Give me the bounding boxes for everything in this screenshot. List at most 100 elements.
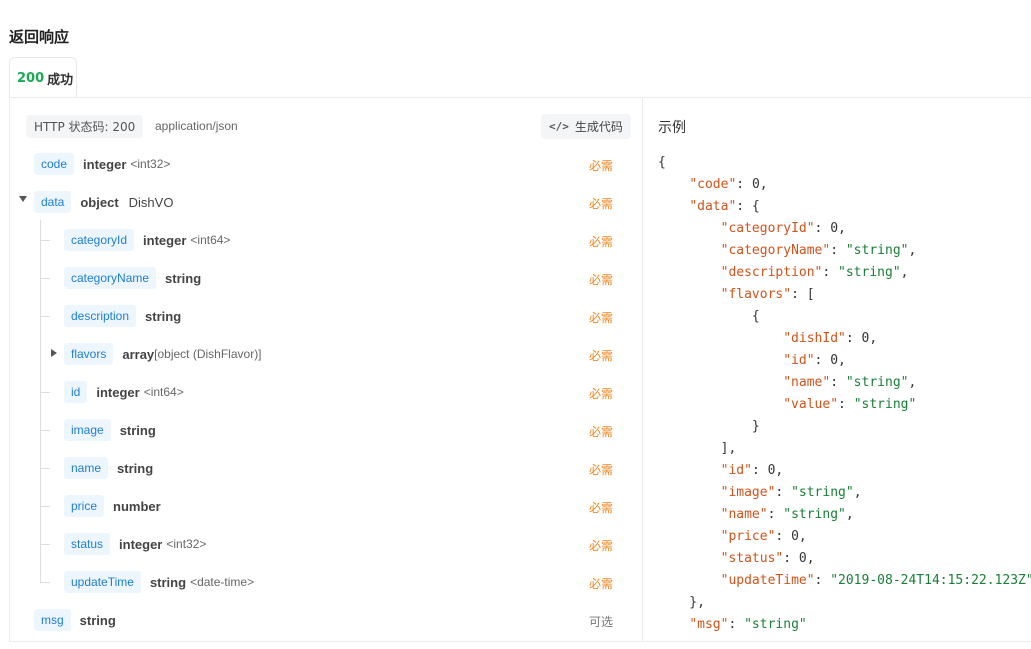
field-ref: DishVO (128, 194, 174, 210)
tab-status-label: 成功 (47, 72, 74, 88)
field-row-msg: msg string (34, 608, 116, 632)
code-line: { (658, 152, 1031, 174)
json-key: "msg" (689, 617, 729, 632)
tab-200-success[interactable]: 200 成功 (9, 57, 77, 98)
field-type: array (122, 346, 155, 362)
json-key: "data" (689, 199, 737, 214)
field-row-updateTime: updateTime string <date-time> (64, 570, 254, 594)
field-format: <int64> (143, 385, 184, 399)
section-title: 返回响应 (9, 28, 70, 46)
field-type: string (145, 308, 182, 324)
required-label: 必需 (589, 539, 614, 553)
json-key: "dishId" (783, 331, 846, 346)
json-key: "categoryName" (720, 243, 831, 258)
json-number: 0 (798, 551, 807, 566)
code-line: "flavors": [ (658, 284, 1031, 306)
json-string: "string" (853, 397, 917, 412)
json-punct: } (658, 419, 760, 434)
json-number: 0 (791, 529, 799, 544)
code-line: { (658, 306, 1031, 328)
tree-branch (40, 240, 50, 241)
tree-branch (40, 278, 50, 279)
json-punct: : (814, 221, 831, 236)
field-format: <int32> (166, 537, 207, 551)
code-line: "updateTime": "2019-08-24T14:15:22.123Z" (658, 570, 1031, 592)
json-punct: , (900, 265, 909, 280)
required-label: 必需 (589, 425, 614, 439)
json-key: "value" (783, 397, 839, 412)
json-punct: : (751, 463, 768, 478)
json-punct: { (658, 309, 760, 324)
code-icon: </> (549, 120, 569, 133)
json-punct: : [ (791, 287, 815, 302)
field-name[interactable]: status (64, 533, 111, 555)
field-name[interactable]: name (64, 457, 109, 479)
field-type: string (165, 270, 202, 286)
json-punct: , (806, 551, 815, 566)
json-punct (658, 199, 689, 214)
field-name[interactable]: categoryId (64, 229, 135, 251)
json-key: "name" (720, 507, 768, 522)
json-punct: : (783, 551, 799, 566)
expand-flavors-icon[interactable] (51, 349, 57, 357)
json-punct (658, 221, 721, 236)
field-row-name: name string (64, 456, 153, 480)
field-name[interactable]: data (34, 191, 72, 213)
field-name[interactable]: code (34, 153, 75, 175)
json-punct (658, 397, 783, 412)
field-type: integer (83, 156, 127, 172)
expand-data-icon[interactable] (19, 196, 27, 202)
json-punct: : (814, 573, 831, 588)
json-punct: : (838, 397, 854, 412)
tree-branch (40, 392, 50, 393)
field-name[interactable]: description (64, 305, 137, 327)
generate-code-label: 生成代码 (574, 120, 623, 134)
field-row-price: price number (64, 494, 161, 518)
tree-branch (40, 544, 50, 545)
field-type: string (149, 574, 187, 590)
field-name[interactable]: categoryName (64, 267, 157, 289)
field-name[interactable]: updateTime (64, 571, 141, 593)
json-punct: , (845, 507, 854, 522)
field-name[interactable]: msg (34, 609, 71, 631)
json-punct (658, 287, 721, 302)
field-row-categoryId: categoryId integer <int64> (64, 228, 230, 252)
tree-branch (40, 506, 50, 507)
required-label: 必需 (589, 387, 614, 401)
field-row-id: id integer <int64> (64, 380, 184, 404)
code-line: } (658, 416, 1031, 438)
field-name[interactable]: id (64, 381, 88, 403)
field-type: string (79, 612, 116, 628)
required-label: 必需 (589, 235, 614, 249)
json-string: "string" (783, 507, 846, 522)
json-punct: ], (658, 441, 737, 456)
field-type: number (113, 498, 161, 514)
json-key: "code" (689, 177, 737, 192)
bottom-divider (9, 641, 1031, 642)
code-line: "categoryId": 0, (658, 218, 1031, 240)
tree-branch (40, 582, 50, 583)
code-line: "status": 0, (658, 548, 1031, 570)
json-string: "string" (744, 617, 807, 632)
field-name[interactable]: flavors (64, 343, 114, 365)
required-label: 必需 (589, 463, 614, 477)
json-key: "name" (783, 375, 831, 390)
code-line: "name": "string", (658, 504, 1031, 526)
code-line: "image": "string", (658, 482, 1031, 504)
tree-branch (40, 468, 50, 469)
panel-divider (642, 98, 643, 641)
field-type: string (119, 422, 156, 438)
required-label: 必需 (589, 311, 614, 325)
field-name[interactable]: image (64, 419, 111, 441)
generate-code-button[interactable]: </> 生成代码 (541, 114, 631, 139)
json-punct: : (775, 529, 792, 544)
example-title: 示例 (658, 120, 686, 136)
code-line: "price": 0, (658, 526, 1031, 548)
field-name[interactable]: price (64, 495, 105, 517)
json-punct: : (822, 265, 839, 280)
json-key: "image" (720, 485, 776, 500)
json-punct (658, 507, 721, 522)
code-line: }, (658, 592, 1031, 614)
required-label: 必需 (589, 159, 614, 173)
code-line: "id": 0, (658, 350, 1031, 372)
